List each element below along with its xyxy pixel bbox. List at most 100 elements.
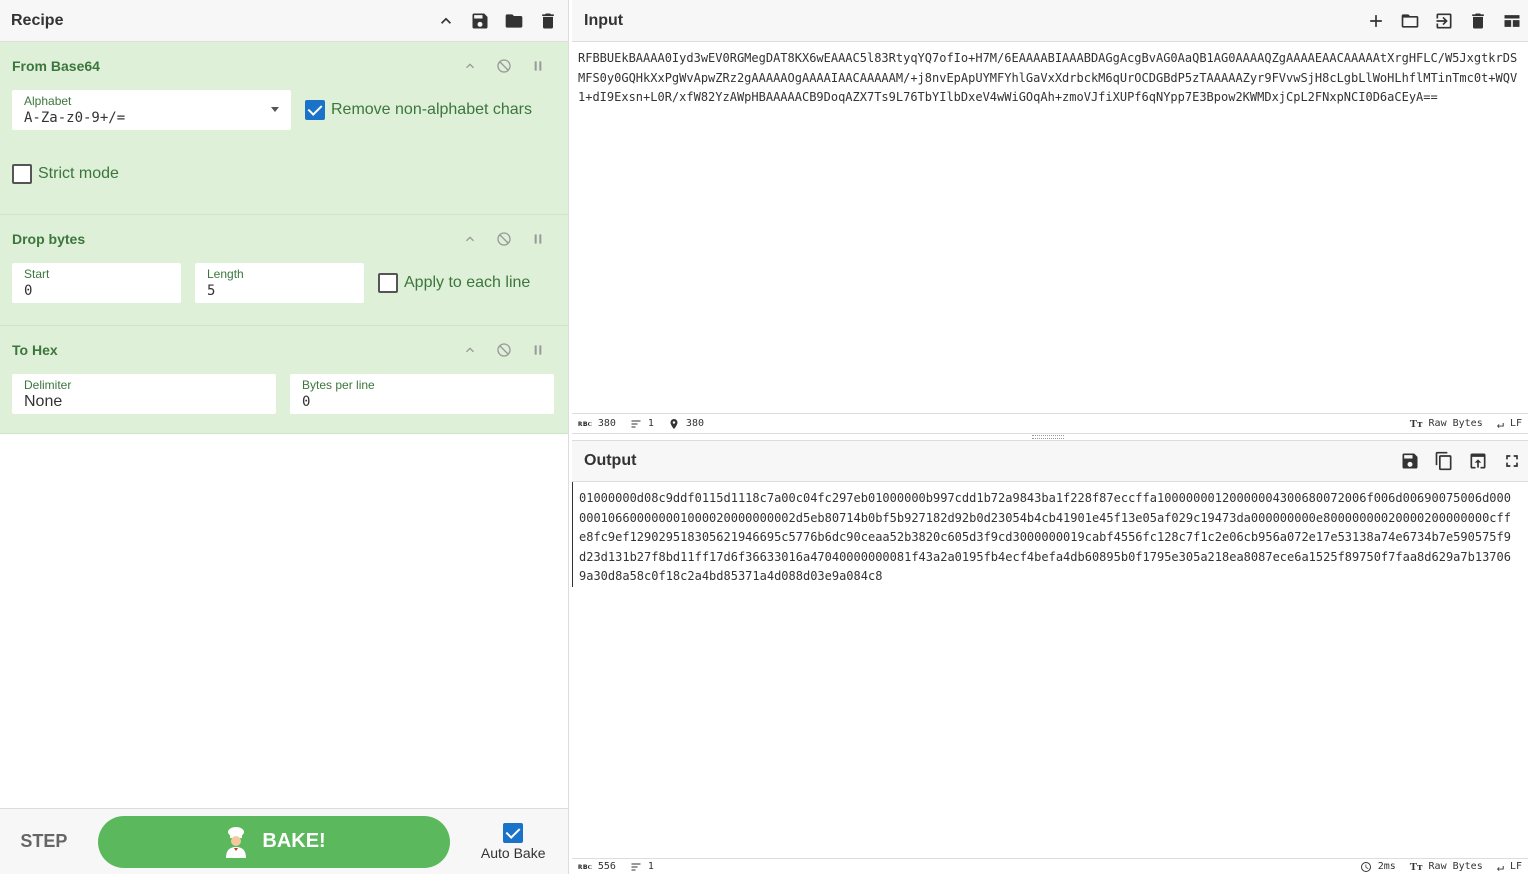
bytes-per-line-value: 0 <box>302 394 311 410</box>
output-status-bar: ʀʙᴄ 556 1 2ms Tт Raw Bytes ↵ LF <box>572 858 1528 874</box>
bake-button[interactable]: BAKE! <box>97 815 451 868</box>
input-status-bar: ʀʙᴄ 380 1 380 Tт Raw Bytes ↵ LF <box>572 413 1528 433</box>
clock-icon <box>1360 861 1371 872</box>
disable-icon[interactable] <box>494 340 514 360</box>
auto-bake-checkbox[interactable]: Auto Bake <box>458 822 568 861</box>
lines-icon <box>631 420 641 427</box>
output-textarea[interactable]: 01000000d08c9ddf0115d1118c7a00c04fc297eb… <box>572 482 1528 587</box>
encoding-value: Raw Bytes <box>1428 861 1483 872</box>
checkbox-box[interactable] <box>503 822 524 843</box>
remove-non-alphabet-label: Remove non-alphabet chars <box>331 101 533 118</box>
alphabet-select[interactable]: Alphabet A-Za-z0-9+/= <box>12 90 291 130</box>
length-stat: ʀʙᴄ 380 <box>578 418 616 429</box>
output-title: Output <box>584 452 637 469</box>
step-button[interactable]: STEP <box>0 831 88 852</box>
strict-mode-checkbox[interactable]: Strict mode <box>12 164 119 184</box>
text-type-icon: Tт <box>1409 417 1423 430</box>
alphabet-value: A-Za-z0-9+/= <box>24 110 126 126</box>
bake-label: BAKE! <box>262 830 326 852</box>
checkbox-box[interactable] <box>12 164 32 184</box>
position-stat: 380 <box>668 418 704 430</box>
recipe-controls: STEP BAKE! Auto Bake <box>0 808 568 874</box>
add-icon[interactable] <box>1366 11 1386 31</box>
output-panel: Output 01000000d08c9ddf0115d1118c7a00c04… <box>572 440 1528 874</box>
delimiter-value: None <box>24 393 63 410</box>
input-panel: Input RFBBUEkBAAAA0Iyd3wEV0RGMegDAT8KX6w… <box>572 0 1528 434</box>
folder-icon[interactable] <box>504 11 524 31</box>
pause-icon[interactable] <box>528 56 548 76</box>
lines-icon <box>631 863 641 870</box>
operation-title: Drop bytes <box>12 231 86 247</box>
recipe-header: Recipe <box>0 0 568 42</box>
save-icon[interactable] <box>1400 451 1420 471</box>
operation-to-hex[interactable]: To Hex Delimiter None Bytes per line 0 <box>0 326 568 434</box>
apply-to-each-line-label: Apply to each line <box>404 274 531 291</box>
location-icon <box>670 418 678 429</box>
trash-icon[interactable] <box>1468 11 1488 31</box>
disable-icon[interactable] <box>494 229 514 249</box>
copy-icon[interactable] <box>1434 451 1454 471</box>
save-icon[interactable] <box>470 11 490 31</box>
encoding-value: Raw Bytes <box>1428 418 1483 429</box>
alphabet-label: Alphabet <box>24 94 72 108</box>
lines-stat: 1 <box>630 418 654 430</box>
pause-icon[interactable] <box>528 340 548 360</box>
layout-icon[interactable] <box>1502 11 1522 31</box>
encoding-stat[interactable]: Tт Raw Bytes <box>1410 861 1483 873</box>
cyberchef-app: Recipe From Base64 Alphabet A-Za-z0-9+/=… <box>0 0 1528 874</box>
input-title: Input <box>584 11 624 29</box>
bake-time-stat: 2ms <box>1360 861 1396 873</box>
checkbox-box[interactable] <box>305 100 325 120</box>
return-icon: ↵ <box>1496 859 1504 874</box>
chef-icon <box>226 826 247 858</box>
encoding-stat[interactable]: Tт Raw Bytes <box>1410 418 1483 430</box>
open-file-icon[interactable] <box>1434 11 1454 31</box>
auto-bake-label: Auto Bake <box>480 844 546 861</box>
input-textarea[interactable]: RFBBUEkBAAAA0Iyd3wEV0RGMegDAT8KX6wEAAAC5… <box>572 42 1528 108</box>
delimiter-select[interactable]: Delimiter None <box>12 374 276 414</box>
panel-resize-handle[interactable] <box>1032 435 1064 439</box>
chevron-up-icon[interactable] <box>460 340 480 360</box>
text-type-icon: Tт <box>1409 860 1423 873</box>
operation-title: From Base64 <box>12 58 100 74</box>
operation-drop-bytes[interactable]: Drop bytes Start 0 Length 5 Apply to eac… <box>0 215 568 326</box>
eol-stat[interactable]: ↵ LF <box>1497 860 1522 874</box>
open-folder-icon[interactable] <box>1400 11 1420 31</box>
position-value: 380 <box>685 418 704 429</box>
lines-stat: 1 <box>630 861 654 873</box>
apply-to-each-line-checkbox[interactable]: Apply to each line <box>378 273 530 293</box>
recipe-title: Recipe <box>11 11 64 29</box>
strict-mode-label: Strict mode <box>38 165 119 182</box>
lines-value: 1 <box>647 861 654 872</box>
lines-value: 1 <box>647 418 654 429</box>
operation-from-base64[interactable]: From Base64 Alphabet A-Za-z0-9+/= Remove… <box>0 42 568 215</box>
eol-value: LF <box>1509 861 1522 872</box>
bytes-per-line-input[interactable]: Bytes per line 0 <box>290 374 554 414</box>
chevron-up-icon[interactable] <box>460 56 480 76</box>
input-header: Input <box>572 0 1528 42</box>
delimiter-label: Delimiter <box>24 378 72 392</box>
chevron-up-icon[interactable] <box>436 11 456 31</box>
pause-icon[interactable] <box>528 229 548 249</box>
dropdown-caret-icon <box>271 107 279 112</box>
length-input[interactable]: Length 5 <box>195 263 364 303</box>
length-value: 380 <box>597 418 616 429</box>
remove-non-alphabet-checkbox[interactable]: Remove non-alphabet chars <box>305 100 532 120</box>
replace-input-icon[interactable] <box>1468 451 1488 471</box>
start-input[interactable]: Start 0 <box>12 263 181 303</box>
trash-icon[interactable] <box>538 11 558 31</box>
start-label: Start <box>24 267 50 281</box>
eol-stat[interactable]: ↵ LF <box>1497 417 1522 431</box>
bytes-per-line-label: Bytes per line <box>302 378 375 392</box>
length-value: 5 <box>207 283 216 299</box>
disable-icon[interactable] <box>494 56 514 76</box>
abc-icon: ʀʙᴄ <box>578 419 592 428</box>
recipe-panel: Recipe From Base64 Alphabet A-Za-z0-9+/=… <box>0 0 569 874</box>
output-header: Output <box>572 440 1528 482</box>
fullscreen-icon[interactable] <box>1502 451 1522 471</box>
checkbox-box[interactable] <box>378 273 398 293</box>
chevron-up-icon[interactable] <box>460 229 480 249</box>
operation-title: To Hex <box>12 342 58 358</box>
abc-icon: ʀʙᴄ <box>578 862 592 871</box>
length-label: Length <box>207 267 244 281</box>
